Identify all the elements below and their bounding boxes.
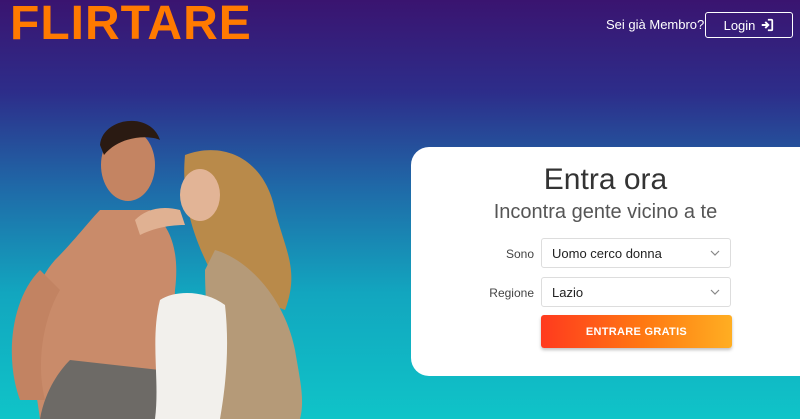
member-prompt: Sei già Membro? xyxy=(606,17,705,32)
sono-value: Uomo cerco donna xyxy=(552,245,662,261)
chevron-down-icon xyxy=(710,289,720,295)
sono-select[interactable]: Uomo cerco donna xyxy=(541,238,731,268)
chevron-down-icon xyxy=(710,250,720,256)
login-button[interactable]: Login xyxy=(705,12,793,38)
login-label: Login xyxy=(723,17,756,33)
site-logo[interactable]: FLIRTARE xyxy=(10,0,252,48)
regione-select[interactable]: Lazio xyxy=(541,277,731,307)
regione-value: Lazio xyxy=(552,284,584,300)
hero-couple-image xyxy=(11,120,303,419)
signup-card: Entra ora Incontra gente vicino a te Son… xyxy=(411,147,800,376)
regione-label: Regione xyxy=(489,286,534,300)
sign-in-icon xyxy=(762,18,774,32)
card-subtitle: Incontra gente vicino a te xyxy=(493,201,718,223)
sono-label: Sono xyxy=(505,247,534,261)
card-title: Entra ora xyxy=(543,163,668,196)
enter-free-button[interactable]: ENTRARE GRATIS xyxy=(541,315,732,348)
